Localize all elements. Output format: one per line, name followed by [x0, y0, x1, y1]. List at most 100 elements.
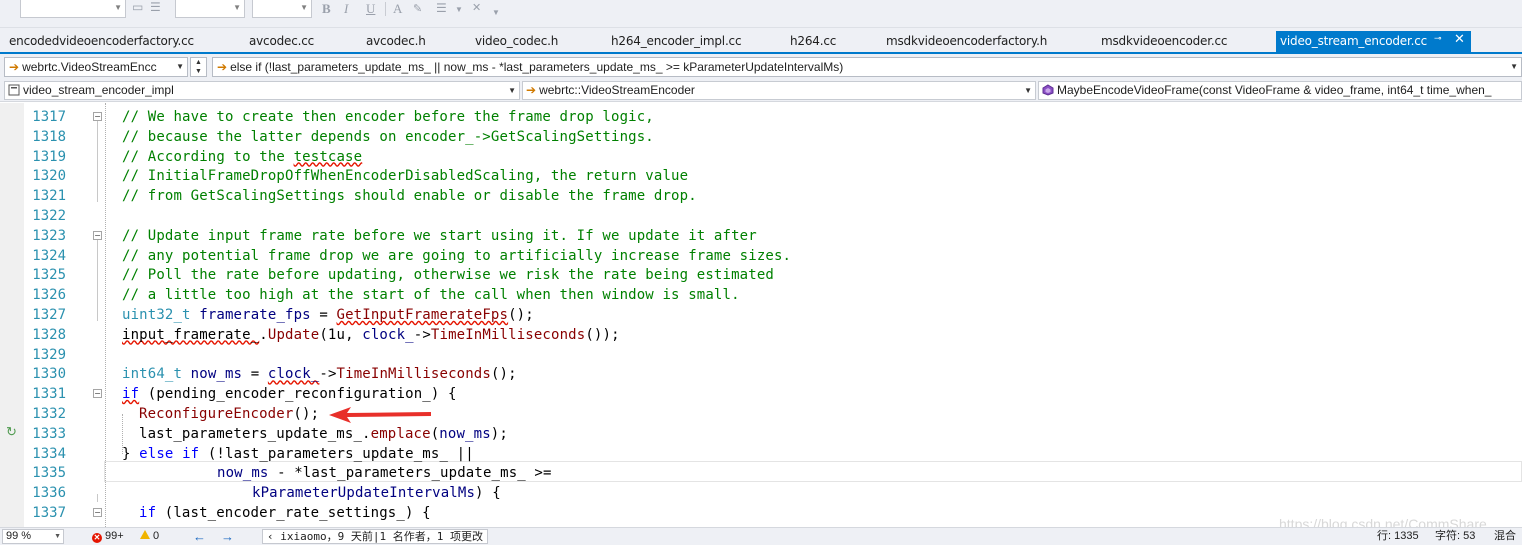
- arrow-right-icon: ➔: [9, 60, 20, 74]
- next-statement-icon[interactable]: ↻: [6, 424, 17, 440]
- code-line: 1318 // because the latter depends on en…: [0, 127, 1522, 147]
- warning-count-value: 0: [153, 530, 160, 542]
- tab-video-codec-h[interactable]: video_codec.h: [475, 34, 558, 52]
- line-number: 1319: [32, 148, 66, 165]
- fold-collapse-icon[interactable]: −: [93, 230, 102, 240]
- line-number: 1337: [32, 505, 66, 521]
- line-number: 1317: [32, 109, 66, 125]
- class-combo[interactable]: ➔ webrtc::VideoStreamEncoder ▼: [522, 81, 1036, 100]
- code-statement: } else if (!last_parameters_update_ms_ |…: [122, 444, 474, 464]
- operator-token: ->: [413, 326, 431, 343]
- pin-icon[interactable]: ⊸: [1434, 34, 1442, 44]
- chevron-down-icon: ▼: [300, 3, 308, 12]
- chevron-down-icon[interactable]: ▼: [492, 8, 500, 17]
- member-navigation-bar: video_stream_encoder_impl ▼ ➔ webrtc::Vid…: [0, 80, 1522, 102]
- comment: // Poll the rate before updating, otherw…: [122, 267, 774, 284]
- line-number: 1336: [32, 485, 66, 502]
- zoom-combo[interactable]: 99 % ▼: [2, 529, 64, 544]
- code-line: 1330 int64_t now_ms = clock_->TimeInMill…: [0, 364, 1522, 384]
- keyword-token: if: [182, 445, 200, 462]
- line-number: 1335: [32, 465, 66, 482]
- comment-text: // According to the: [122, 148, 294, 165]
- tab-h264-cc[interactable]: h264.cc: [790, 34, 836, 52]
- code-statement: now_ms - *last_parameters_update_ms_ >=: [217, 463, 552, 483]
- tab-avcodec-cc[interactable]: avcodec.cc: [249, 34, 314, 52]
- variable-token: now_ms: [217, 465, 269, 482]
- navigate-forward-icon[interactable]: →: [221, 528, 234, 545]
- method-icon: [1042, 84, 1054, 96]
- code-line: 1334 } else if (!last_parameters_update_…: [0, 444, 1522, 464]
- list-icon[interactable]: ☰: [150, 0, 161, 15]
- operator-token: =: [310, 307, 337, 323]
- fold-collapse-icon[interactable]: −: [93, 389, 102, 399]
- highlight-icon[interactable]: ✎: [413, 2, 422, 15]
- style-combo[interactable]: ▼: [20, 0, 126, 18]
- punctuation-token: ());: [585, 326, 620, 343]
- code-line: 1326 // a little too high at the start o…: [0, 285, 1522, 305]
- code-line: ↻ 1333 last_parameters_update_ms_.emplac…: [0, 424, 1522, 444]
- punctuation-token: (1u,: [319, 326, 363, 343]
- variable-token: clock_: [267, 366, 320, 383]
- type-token: uint32_t: [122, 307, 191, 323]
- fold-collapse-icon[interactable]: −: [93, 112, 102, 121]
- font-combo[interactable]: ▼: [175, 0, 245, 18]
- toolbox-icon[interactable]: ▭: [132, 0, 143, 15]
- underline-button[interactable]: U: [366, 1, 375, 17]
- code-line: 1322: [0, 206, 1522, 226]
- line-number: 1331: [32, 386, 66, 403]
- keyword-token: else: [139, 445, 174, 462]
- font-color-button[interactable]: A: [393, 1, 402, 17]
- close-icon[interactable]: ✕: [1454, 32, 1465, 47]
- punctuation-token: );: [490, 425, 508, 442]
- tab-encodedvideoencoderfactory[interactable]: encodedvideoencoderfactory.cc: [9, 34, 194, 52]
- tab-avcodec-h[interactable]: avcodec.h: [366, 34, 426, 52]
- line-ending-mode[interactable]: 混合: [1494, 528, 1516, 545]
- variable-token: kParameterUpdateIntervalMs: [252, 485, 476, 502]
- bold-button[interactable]: B: [322, 1, 331, 17]
- member-combo[interactable]: MaybeEncodeVideoFrame(const VideoFrame &…: [1038, 81, 1522, 100]
- punctuation-token: ();: [508, 307, 534, 323]
- line-number: 1334: [32, 445, 66, 462]
- variable-token: now_ms: [439, 425, 491, 442]
- code-line: 1336 kParameterUpdateIntervalMs) {: [0, 483, 1522, 503]
- code-statement: if (last_encoder_rate_settings_) {: [139, 503, 431, 523]
- tab-label: video_stream_encoder.cc: [1280, 34, 1427, 48]
- char-indicator: 字符: 53: [1435, 530, 1476, 542]
- git-blame-info[interactable]: ‹ ixiaomo，9 天前|1 名作者，1 项更改: [262, 529, 488, 544]
- tab-msdkvideoencoderfactory[interactable]: msdkvideoencoderfactory.h: [886, 34, 1047, 52]
- error-count[interactable]: ✕ 99+: [92, 528, 124, 545]
- chevron-down-icon: ▼: [114, 3, 122, 12]
- code-statement: int64_t now_ms = clock_->TimeInMilliseco…: [122, 364, 517, 384]
- spin-up-icon[interactable]: ▲: [195, 59, 202, 66]
- tab-h264-encoder-impl[interactable]: h264_encoder_impl.cc: [611, 34, 742, 52]
- location-combo[interactable]: ➔ else if (!last_parameters_update_ms_ ||…: [212, 57, 1522, 77]
- scope-combo[interactable]: ➔ webrtc.VideoStreamEncc ▼: [4, 57, 188, 77]
- tab-msdkvideoencoder[interactable]: msdkvideoencoder.cc: [1101, 34, 1227, 52]
- function-token: Update: [267, 326, 320, 343]
- navigate-back-icon[interactable]: ←: [193, 528, 206, 545]
- italic-button[interactable]: I: [344, 1, 348, 17]
- align-icon[interactable]: ☰: [436, 1, 447, 16]
- expression-token: (pending_encoder_reconfiguration_) {: [139, 386, 457, 403]
- chevron-down-icon[interactable]: ▼: [455, 5, 463, 14]
- punctuation-token: ) {: [475, 485, 501, 502]
- tab-video-stream-encoder[interactable]: video_stream_encoder.cc ⊸ ✕: [1276, 31, 1471, 52]
- clear-format-icon[interactable]: ✕: [472, 1, 481, 14]
- comment: // InitialFrameDropOffWhenEncoderDisable…: [122, 168, 689, 185]
- annotation-arrow-icon: [329, 407, 431, 423]
- punctuation-token: ();: [293, 406, 320, 422]
- code-line: 1317 − // We have to create then encoder…: [0, 107, 1522, 127]
- code-editor[interactable]: 1317 − // We have to create then encoder…: [0, 103, 1522, 527]
- project-combo[interactable]: video_stream_encoder_impl ▼: [4, 81, 520, 100]
- code-statement: last_parameters_update_ms_.emplace(now_m…: [139, 424, 508, 444]
- scope-spinner[interactable]: ▲ ▼: [190, 57, 207, 77]
- fold-collapse-icon[interactable]: −: [93, 508, 102, 517]
- warning-count[interactable]: 0: [140, 528, 159, 545]
- comment: // from GetScalingSettings should enable…: [122, 188, 697, 205]
- font-size-combo[interactable]: ▼: [252, 0, 312, 18]
- operator-token: =: [242, 366, 268, 383]
- spin-down-icon[interactable]: ▼: [195, 68, 202, 75]
- code-line: 1329: [0, 345, 1522, 365]
- line-number: 1321: [32, 188, 66, 205]
- variable-token: now_ms: [190, 366, 243, 383]
